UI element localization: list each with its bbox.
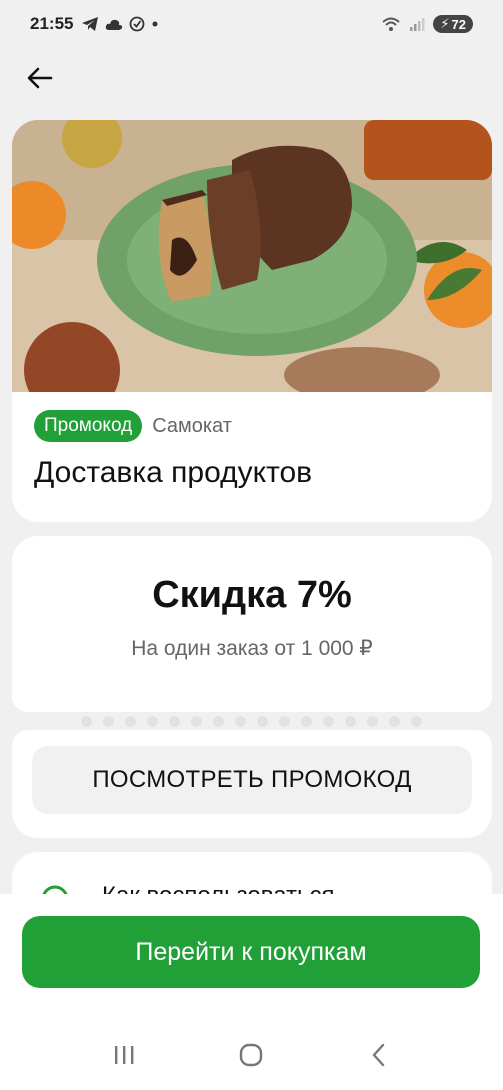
arrow-left-icon — [27, 67, 53, 89]
discount-card: Скидка 7% На один заказ от 1 000 ₽ — [12, 536, 492, 712]
nav-back-icon — [372, 1043, 385, 1067]
perforation-dot — [323, 715, 334, 727]
perforation-dot — [411, 715, 422, 727]
recent-apps-button[interactable] — [104, 1035, 144, 1075]
hero-image — [12, 120, 492, 392]
wifi-icon — [382, 17, 401, 31]
perforation-dot — [279, 715, 290, 727]
perforation-dot — [147, 715, 158, 727]
status-right: ⚡ 72 — [381, 15, 473, 33]
check-circle-icon — [130, 16, 145, 32]
perforation-dot — [169, 715, 180, 727]
recent-apps-icon — [114, 1046, 134, 1064]
home-button[interactable] — [231, 1035, 271, 1075]
ticket-perforation — [0, 712, 503, 730]
perforation-dot — [345, 715, 356, 727]
lightning-icon: ⚡ — [440, 16, 450, 31]
back-button[interactable] — [22, 60, 58, 96]
show-promo-code-button[interactable]: ПОСМОТРЕТЬ ПРОМОКОД — [32, 746, 472, 814]
telegram-icon — [82, 17, 99, 31]
offer-title: Доставка продуктов — [34, 456, 313, 489]
promo-badge: Промокод — [34, 410, 143, 442]
status-bar: 21:55 ⚡ 72 — [0, 0, 503, 48]
home-icon — [240, 1043, 263, 1067]
dot-icon — [152, 21, 158, 27]
perforation-dot — [301, 715, 312, 727]
discount-condition: На один заказ от 1 000 ₽ — [131, 637, 373, 660]
status-time: 21:55 — [30, 14, 74, 33]
battery-level: 72 — [451, 16, 466, 32]
perforation-dot — [103, 715, 114, 727]
perforation-dot — [213, 715, 224, 727]
status-left: 21:55 — [30, 14, 159, 34]
perforation-dot — [389, 715, 400, 727]
perforation-dot — [235, 715, 246, 727]
hero-badges: Промокод Самокат — [34, 410, 232, 442]
perforation-dot — [367, 715, 378, 727]
system-nav-bar — [0, 1020, 503, 1090]
system-back-button[interactable] — [359, 1035, 399, 1075]
notification-icons — [81, 16, 159, 32]
discount-title: Скидка 7% — [152, 574, 352, 616]
brand-label: Самокат — [152, 414, 232, 437]
cloud-icon — [106, 19, 123, 30]
perforation-dot — [81, 715, 92, 727]
signal-icon — [410, 18, 425, 31]
perforation-dot — [125, 715, 136, 727]
perforation-dot — [257, 715, 268, 727]
battery-icon: ⚡ 72 — [433, 15, 473, 33]
go-shopping-button[interactable]: Перейти к покупкам — [22, 916, 480, 988]
promo-hero-card: Промокод Самокат Доставка продуктов — [12, 120, 492, 522]
promo-code-card: ПОСМОТРЕТЬ ПРОМОКОД — [12, 730, 492, 838]
perforation-dot — [191, 715, 202, 727]
